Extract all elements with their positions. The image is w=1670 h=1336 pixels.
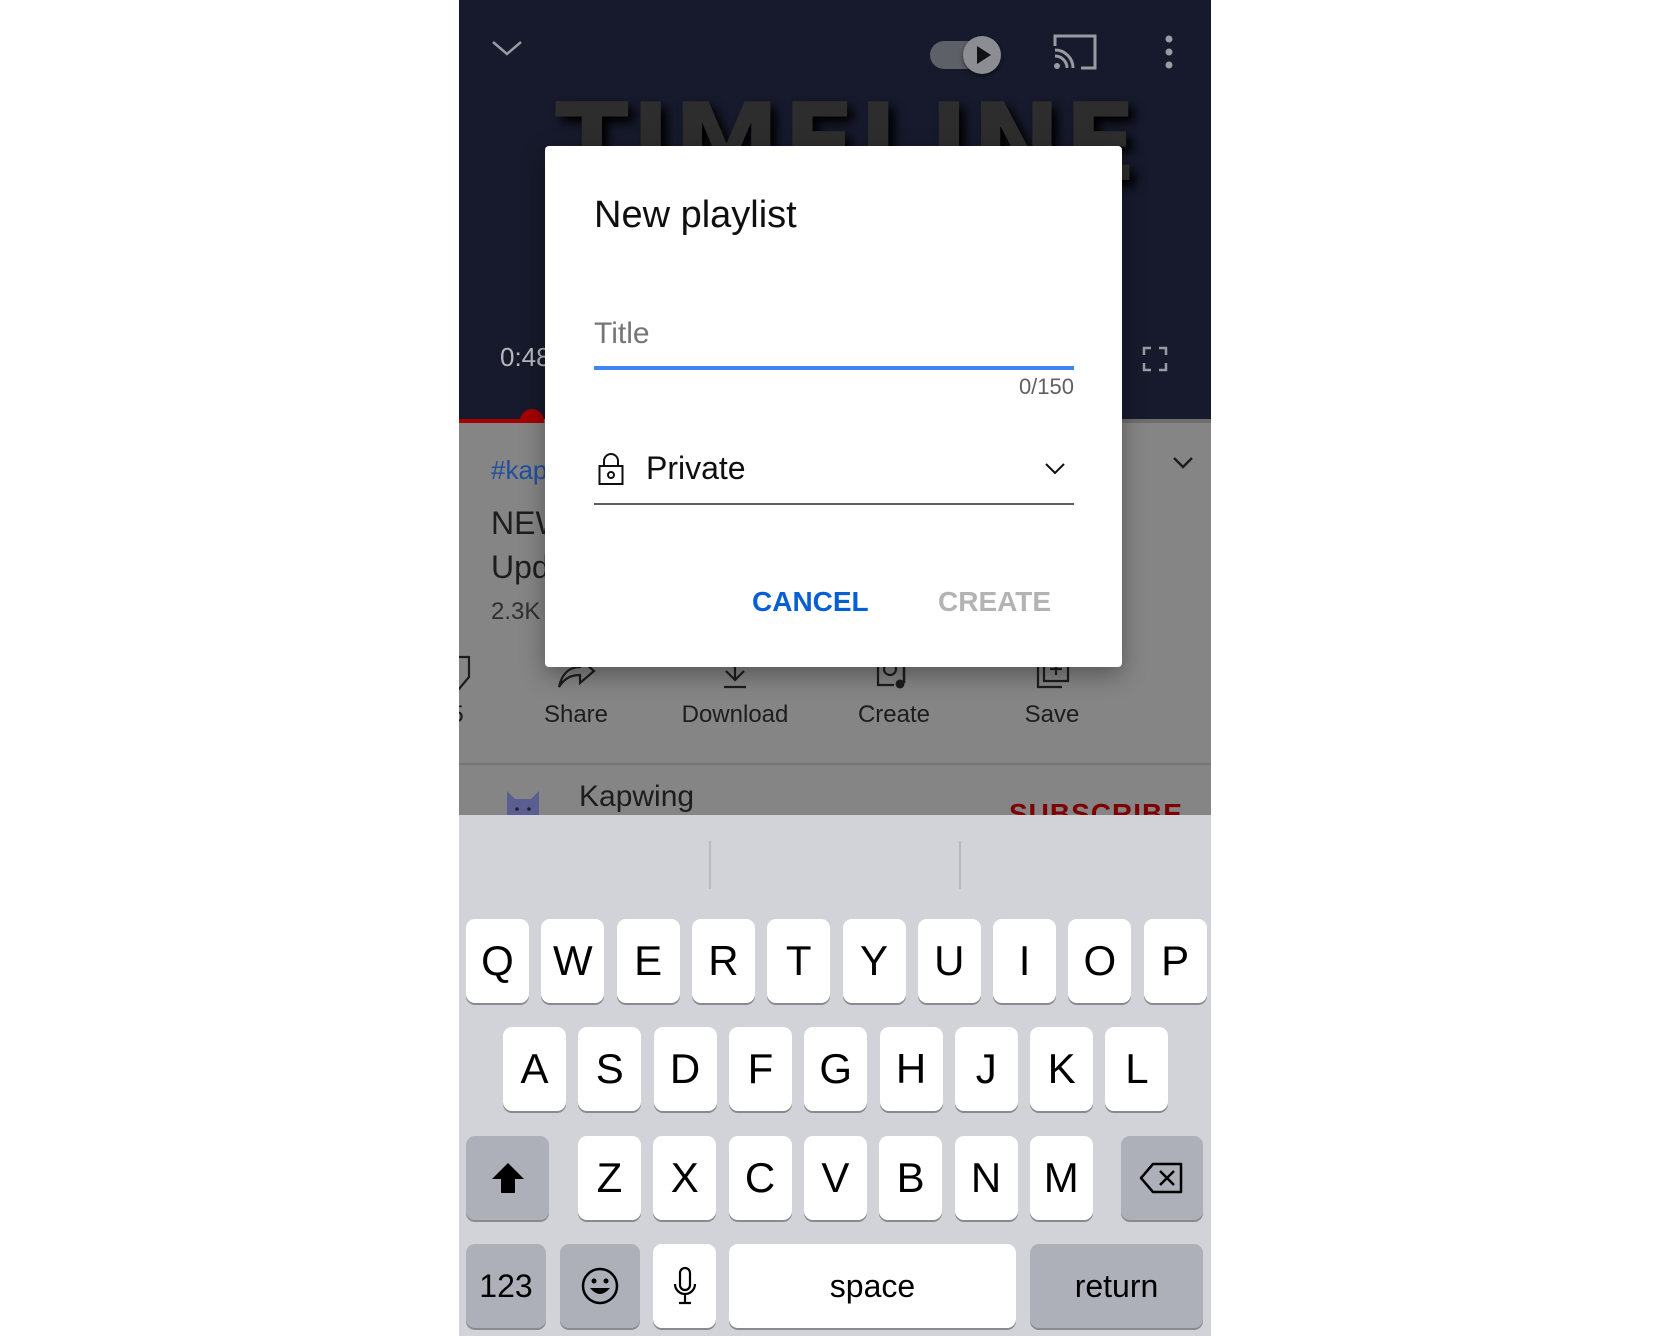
dialog-title: New playlist [594, 194, 797, 236]
delete-key[interactable] [1121, 1136, 1203, 1220]
chevron-down-icon[interactable] [489, 36, 525, 60]
key-z[interactable]: Z [578, 1136, 641, 1220]
more-vert-icon[interactable] [1159, 34, 1179, 70]
save-label: Save [1024, 701, 1080, 728]
key-g[interactable]: G [804, 1027, 868, 1111]
emoji-icon [581, 1267, 619, 1305]
dislike-icon [459, 655, 471, 691]
key-f[interactable]: F [728, 1027, 792, 1111]
suggestion-divider [959, 841, 961, 889]
dropdown-underline [594, 503, 1074, 505]
dictation-key[interactable] [653, 1244, 716, 1328]
numbers-key[interactable]: 123 [466, 1244, 546, 1328]
view-count: 2.3K [491, 598, 541, 625]
key-j[interactable]: J [954, 1027, 1018, 1111]
dislike-count: 5 [459, 701, 517, 729]
key-p[interactable]: P [1143, 919, 1207, 1003]
key-m[interactable]: M [1029, 1136, 1093, 1220]
key-a[interactable]: A [503, 1027, 566, 1111]
key-c[interactable]: C [728, 1136, 792, 1220]
key-k[interactable]: K [1030, 1027, 1094, 1111]
space-key[interactable]: space [729, 1244, 1016, 1328]
video-hashtag[interactable]: #kap [491, 455, 547, 486]
download-label: Download [681, 701, 789, 728]
key-t[interactable]: T [767, 919, 831, 1003]
divider [459, 763, 1211, 765]
new-playlist-dialog: New playlist 0/150 Private CANCEL CREATE [545, 146, 1122, 667]
return-key[interactable]: return [1030, 1244, 1203, 1328]
backspace-icon [1139, 1162, 1183, 1194]
playlist-title-field[interactable] [594, 306, 1074, 370]
cancel-button[interactable]: CANCEL [752, 586, 869, 618]
share-label: Share [543, 701, 609, 728]
create-button[interactable]: CREATE [938, 586, 1051, 618]
key-h[interactable]: H [879, 1027, 943, 1111]
on-screen-keyboard: 123 space return QWERTYUIOP ASDFGHJKL ZXCV… [459, 815, 1211, 1336]
cast-icon[interactable] [1051, 34, 1097, 70]
privacy-value: Private [646, 450, 746, 486]
character-counter: 0/150 [1018, 374, 1074, 399]
key-w[interactable]: W [541, 919, 605, 1003]
key-q[interactable]: Q [466, 919, 529, 1003]
phone-screen: TIMELINE 0:48 #kap NEW Upd 2.3K Share Do… [459, 0, 1211, 1336]
chevron-down-icon[interactable] [1171, 455, 1195, 471]
key-e[interactable]: E [616, 919, 680, 1003]
autoplay-toggle[interactable] [930, 36, 1004, 74]
action-bar: 5 Share Download [459, 655, 1211, 735]
key-d[interactable]: D [653, 1027, 717, 1111]
chevron-down-icon [1045, 463, 1065, 475]
channel-name[interactable]: Kapwing [579, 780, 694, 814]
microphone-icon [673, 1266, 696, 1305]
key-n[interactable]: N [954, 1136, 1018, 1220]
dislike-button[interactable]: 5 [459, 655, 517, 729]
suggestion-divider [709, 841, 711, 889]
key-r[interactable]: R [691, 919, 755, 1003]
key-i[interactable]: I [993, 919, 1057, 1003]
video-timestamp: 0:48 [500, 342, 551, 372]
key-b[interactable]: B [879, 1136, 943, 1220]
key-s[interactable]: S [578, 1027, 642, 1111]
key-x[interactable]: X [653, 1136, 717, 1220]
key-v[interactable]: V [803, 1136, 867, 1220]
key-o[interactable]: O [1068, 919, 1132, 1003]
shift-key[interactable] [466, 1136, 549, 1220]
shift-icon [491, 1163, 524, 1193]
lock-icon [598, 453, 624, 485]
privacy-dropdown[interactable]: Private [594, 436, 1074, 506]
key-y[interactable]: Y [842, 919, 906, 1003]
play-icon [963, 36, 1001, 74]
emoji-key[interactable] [560, 1244, 640, 1328]
fullscreen-icon[interactable] [1142, 346, 1168, 372]
create-label: Create [857, 701, 931, 728]
playlist-title-input[interactable] [594, 306, 1074, 362]
key-l[interactable]: L [1105, 1027, 1169, 1111]
key-u[interactable]: U [917, 919, 981, 1003]
focused-underline [594, 366, 1074, 370]
